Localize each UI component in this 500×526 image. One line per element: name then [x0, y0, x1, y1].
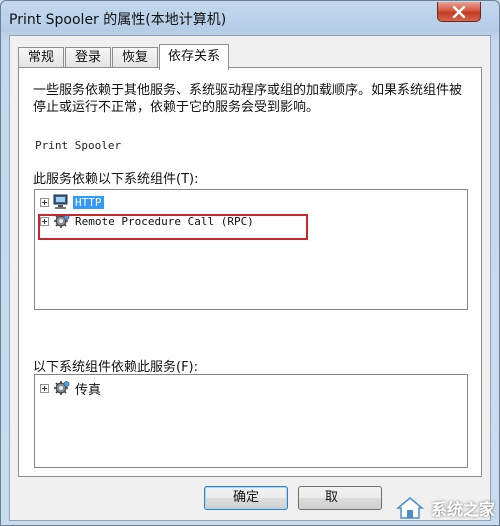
title-bar[interactable]: Print Spooler 的属性(本地计算机) [1, 1, 499, 35]
properties-dialog: Print Spooler 的属性(本地计算机) 常规 登录 恢复 依存关系 一… [0, 0, 500, 526]
tab-logon[interactable]: 登录 [65, 47, 111, 67]
computer-icon [53, 194, 68, 209]
dialog-client-area: 常规 登录 恢复 依存关系 一些服务依赖于其他服务、系统驱动程序或组的加载顺序。… [9, 35, 491, 521]
gear-service-icon [54, 214, 70, 228]
cancel-button[interactable]: 取 [298, 486, 382, 510]
window-title: Print Spooler 的属性(本地计算机) [9, 12, 227, 28]
dependents-tree[interactable]: 传真 [34, 374, 468, 468]
expand-icon[interactable] [40, 383, 49, 393]
expand-icon[interactable] [40, 197, 49, 207]
close-icon [452, 5, 466, 18]
tab-recovery[interactable]: 恢复 [112, 47, 158, 67]
tree-node-http[interactable]: HTTP [40, 193, 104, 211]
tree-node-fax[interactable]: 传真 [40, 379, 103, 398]
tree-node-label: 传真 [75, 382, 102, 398]
gear-service-icon [54, 381, 70, 395]
logo-icon [395, 497, 425, 519]
tab-dependencies[interactable]: 依存关系 [159, 44, 229, 70]
close-button[interactable] [437, 2, 481, 22]
depends-on-label: 此服务依赖以下系统组件(T): [33, 172, 199, 187]
tree-node-label: HTTP [73, 195, 104, 209]
dependents-label: 以下系统组件依赖此服务(F): [33, 360, 199, 375]
ok-button[interactable]: 确定 [204, 486, 288, 510]
watermark-text: 系统之家 [430, 500, 495, 519]
expand-icon[interactable] [40, 216, 49, 226]
tab-general[interactable]: 常规 [18, 47, 64, 67]
watermark: 系统之家 [395, 495, 495, 521]
tree-node-label: Remote Procedure Call (RPC) [75, 214, 254, 228]
service-name: Print Spooler [35, 139, 122, 152]
depends-on-tree[interactable]: HTTP Remote Procedure Call (RPC) [34, 189, 468, 310]
dependencies-description: 一些服务依赖于其他服务、系统驱动程序或组的加载顺序。如果系统组件被停止或运行不正… [33, 83, 463, 115]
tree-node-rpc[interactable]: Remote Procedure Call (RPC) [40, 212, 256, 230]
dependencies-panel: 一些服务依赖于其他服务、系统驱动程序或组的加载顺序。如果系统组件被停止或运行不正… [18, 67, 482, 477]
